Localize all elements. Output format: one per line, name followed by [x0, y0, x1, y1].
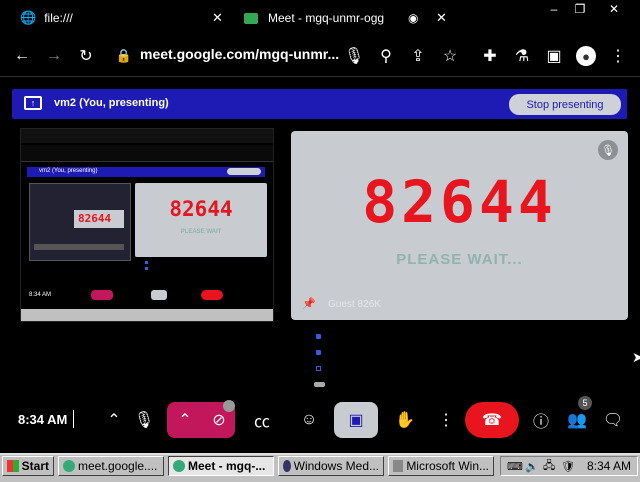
mini-highlight — [91, 290, 113, 300]
mini-dot — [145, 267, 148, 270]
network-icon[interactable]: 🖧 — [543, 457, 555, 476]
extensions-icon[interactable]: ✚ — [478, 44, 502, 68]
end-call-button[interactable]: ☎ — [465, 402, 519, 438]
profile-icon[interactable]: ● — [574, 44, 598, 68]
presentation-preview: vm2 (You, presenting) 82644 82644 PLEASE… — [20, 128, 274, 322]
info-icon[interactable]: ⓘ — [521, 402, 561, 438]
mini-nested-screen: 82644 — [29, 183, 131, 261]
present-screen-icon: ↑ — [24, 96, 42, 110]
participants-icon[interactable]: 👥 — [557, 402, 597, 438]
reload-icon[interactable]: ↻ — [74, 44, 98, 68]
taskbar-clock[interactable]: 8:34 AM — [587, 459, 631, 473]
tab-file[interactable]: 🌐 file:/// ✕ — [20, 6, 230, 30]
tab-meet[interactable]: Meet - mgq-unmr-ogg ◉ ✕ — [244, 6, 447, 30]
chat-icon[interactable]: 🗨 — [593, 402, 633, 438]
back-icon[interactable]: ← — [10, 44, 34, 68]
mini-time: 8:34 AM — [29, 292, 52, 298]
windows-logo-icon — [7, 460, 19, 472]
close-tab-icon[interactable]: ✕ — [212, 10, 223, 26]
mini-dot — [145, 261, 148, 264]
raise-hand-icon[interactable]: ✋ — [385, 402, 425, 438]
taskbar-item[interactable]: meet.google.... — [58, 456, 164, 476]
side-panel-icon[interactable]: ▣ — [542, 44, 566, 68]
star-icon[interactable]: ☆ — [438, 44, 462, 68]
taskbar-item-label: Windows Med... — [293, 459, 379, 473]
share-icon[interactable]: ⇪ — [406, 44, 430, 68]
lock-icon[interactable]: 🔒 — [112, 44, 136, 68]
pin-icon[interactable]: 📌 — [302, 297, 316, 310]
presenting-label: vm2 (You, presenting) — [54, 97, 169, 109]
media-player-icon — [283, 460, 291, 472]
tab-title: Meet - mgq-unmr-ogg — [268, 11, 385, 25]
mini-stop-button — [227, 168, 261, 175]
camera-badge-icon — [223, 400, 235, 412]
mouse-cursor-icon: ➤ — [632, 349, 640, 365]
more-options-icon[interactable]: ⋮ — [426, 402, 466, 438]
restore-icon[interactable]: ❐ — [569, 0, 591, 18]
address-bar[interactable]: meet.google.com/mgq-unmr... — [140, 46, 340, 66]
start-label: Start — [21, 459, 49, 473]
volume-icon[interactable]: 🔊 — [525, 460, 539, 473]
globe-icon: 🌐 — [20, 10, 37, 25]
taskbar-item[interactable]: Microsoft Win... — [388, 456, 494, 476]
mini-tab-strip — [21, 129, 273, 143]
mini-banner-text: vm2 (You, presenting) — [39, 168, 98, 174]
mini-present-btn — [151, 290, 167, 300]
recording-icon: ◉ — [408, 11, 419, 25]
tab-title: file:/// — [44, 11, 73, 25]
muted-mic-icon: 🎙 — [598, 140, 618, 160]
tile-code: 82644 — [362, 168, 557, 236]
mini-wait: PLEASE WAIT — [180, 229, 222, 235]
zoom-icon[interactable]: ⚲ — [374, 44, 398, 68]
meeting-time: 8:34 AM — [18, 412, 68, 427]
taskbar-item-label: Microsoft Win... — [406, 459, 489, 473]
mini-toolbar — [21, 145, 273, 162]
emoji-icon[interactable]: ☺ — [289, 402, 329, 438]
stop-presenting-button[interactable]: Stop presenting — [509, 94, 621, 115]
forward-icon[interactable]: → — [42, 44, 66, 68]
windows-app-icon — [393, 460, 404, 472]
microphone-icon[interactable]: 🎙 — [342, 44, 366, 68]
page-dot[interactable] — [316, 366, 321, 371]
security-icon[interactable]: 🛡 — [561, 460, 575, 473]
page-dot[interactable] — [314, 382, 325, 387]
mini-end-call — [201, 290, 223, 300]
system-tray: ⌨ 🔊 🖧 🛡 8:34 AM — [500, 456, 638, 476]
menu-icon[interactable]: ⋮ — [606, 44, 630, 68]
microphone-icon[interactable]: 🎙 — [124, 402, 164, 438]
captions-icon[interactable]: ㏄ — [242, 402, 282, 438]
taskbar-item[interactable]: Windows Med... — [278, 456, 384, 476]
browser-icon — [173, 460, 185, 472]
participant-name: Guest 826K — [328, 299, 381, 310]
taskbar-item[interactable]: Meet - mgq-... — [168, 456, 274, 476]
mini-code: 82644 — [169, 197, 233, 221]
start-button[interactable]: Start — [2, 456, 54, 476]
camera-options-button[interactable]: ⌃ — [167, 402, 203, 438]
mini-taskbar — [21, 309, 273, 321]
present-button[interactable]: ▣ — [334, 402, 378, 438]
participants-count-badge: 5 — [578, 396, 592, 410]
close-window-icon[interactable]: ✕ — [603, 0, 625, 18]
divider — [73, 410, 74, 428]
taskbar-item-label: Meet - mgq-... — [188, 459, 266, 473]
tray-icon[interactable]: ⌨ — [507, 460, 523, 473]
close-tab-icon[interactable]: ✕ — [436, 10, 447, 26]
labs-icon[interactable]: ⚗ — [510, 44, 534, 68]
please-wait-text: PLEASE WAIT... — [396, 251, 523, 268]
page-dot[interactable] — [316, 350, 321, 355]
taskbar-item-label: meet.google.... — [78, 459, 158, 473]
minimize-icon[interactable]: – — [543, 0, 565, 18]
meet-icon — [244, 12, 258, 24]
page-dot[interactable] — [316, 334, 321, 339]
browser-icon — [63, 460, 75, 472]
